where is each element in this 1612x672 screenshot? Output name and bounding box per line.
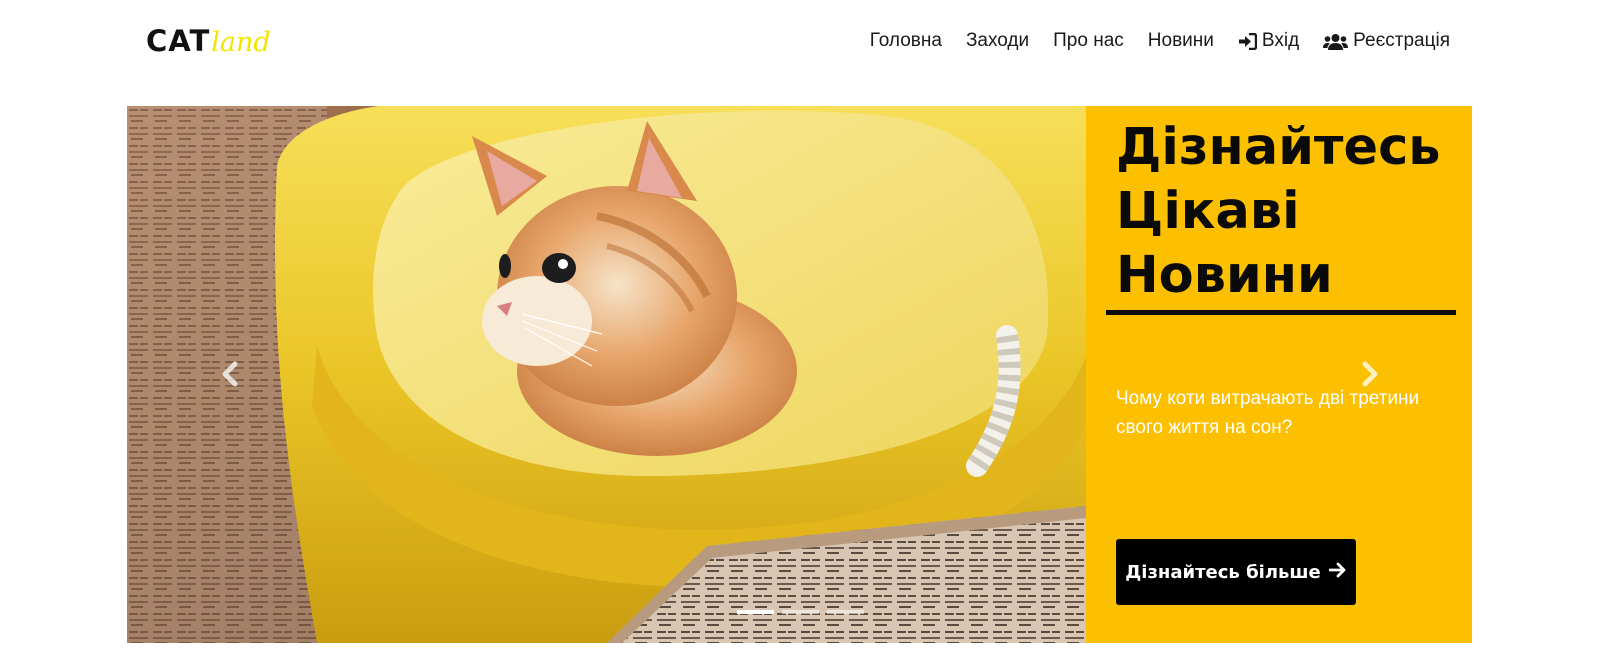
hero-info-panel: Дізнайтесь Цікаві Новини Чому коти витра… [1086, 106, 1472, 643]
nav-item-home[interactable]: Головна [870, 30, 942, 52]
nav-item-label: Вхід [1261, 30, 1300, 51]
logo-text-cat: CAT [146, 24, 211, 58]
sign-in-icon [1238, 32, 1257, 50]
nav-item-label: Реєстрація [1353, 30, 1450, 51]
learn-more-button[interactable]: Дізнайтесь більше [1116, 539, 1356, 605]
hero-title: Дізнайтесь Цікаві Новини [1116, 116, 1456, 308]
carousel-prev-button[interactable] [215, 356, 245, 396]
brand-logo[interactable]: CAT land [146, 24, 271, 64]
logo-text-land: land [211, 27, 271, 58]
hero-description: Чому коти витрачають дві третини свого ж… [1116, 388, 1420, 438]
chevron-right-icon [1361, 361, 1379, 392]
users-icon [1323, 33, 1349, 50]
nav-item-about[interactable]: Про нас [1053, 30, 1124, 52]
hero-carousel: Дізнайтесь Цікаві Новини Чому коти витра… [127, 106, 1472, 643]
nav-item-login[interactable]: Вхід [1238, 30, 1299, 52]
hero-title-line: Цікаві [1116, 182, 1300, 241]
nav-item-label: Головна [869, 30, 942, 51]
nav-item-register[interactable]: Реєстрація [1323, 30, 1450, 52]
hero-title-line: Новини [1116, 246, 1333, 305]
nav-item-label: Новини [1147, 30, 1214, 51]
carousel-indicator-2[interactable] [782, 610, 819, 614]
chevron-left-icon [221, 361, 239, 392]
carousel-next-button[interactable] [1355, 356, 1385, 396]
nav-item-label: Заходи [965, 30, 1030, 51]
arrow-right-icon [1328, 562, 1347, 583]
learn-more-label: Дізнайтесь більше [1125, 561, 1321, 583]
main-nav: Головна Заходи Про нас Новини Вхід Реєст… [870, 30, 1450, 52]
title-divider [1106, 310, 1456, 315]
kitten-photo [127, 106, 1086, 643]
carousel-indicator-3[interactable] [827, 610, 864, 614]
nav-item-events[interactable]: Заходи [966, 30, 1029, 52]
carousel-indicators [737, 610, 864, 614]
nav-item-news[interactable]: Новини [1148, 30, 1214, 52]
nav-item-label: Про нас [1053, 30, 1124, 51]
carousel-indicator-1[interactable] [737, 610, 774, 614]
hero-title-line: Дізнайтесь [1116, 118, 1441, 177]
